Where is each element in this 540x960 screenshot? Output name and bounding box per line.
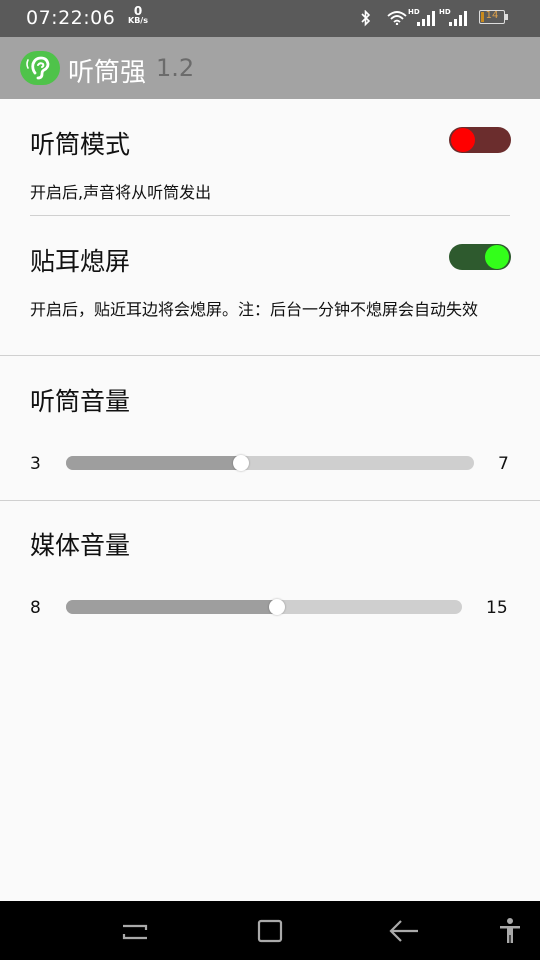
- receiver-mode-summary: 开启后,声音将从听筒发出: [30, 183, 212, 202]
- receiver-volume-max: 7: [498, 454, 509, 474]
- network-speed-unit: KB/s: [128, 16, 148, 25]
- ear-screen-off-summary: 开启后，贴近耳边将会熄屏。注：后台一分钟不熄屏会自动失效: [30, 300, 479, 319]
- media-volume-slider[interactable]: [66, 599, 462, 615]
- media-volume-max: 15: [486, 598, 508, 618]
- divider: [0, 500, 540, 501]
- receiver-volume-value: 3: [30, 454, 41, 474]
- wifi-icon: [387, 11, 407, 25]
- signal-icon-2: [449, 11, 467, 26]
- slider-thumb[interactable]: [269, 599, 285, 615]
- battery-tip: [505, 14, 508, 20]
- signal-icon-1: [417, 11, 435, 26]
- divider: [30, 215, 510, 216]
- media-volume-title: 媒体音量: [30, 531, 131, 560]
- ear-icon[interactable]: [20, 51, 60, 85]
- app-title: 听筒强: [68, 58, 147, 88]
- accessibility-icon[interactable]: [498, 917, 522, 945]
- app-bar: 听筒强 1.2: [0, 37, 540, 99]
- battery-icon: 14: [479, 10, 505, 24]
- slider-progress: [66, 456, 241, 470]
- receiver-mode-title: 听筒模式: [30, 130, 131, 159]
- status-time: 07:22:06: [26, 7, 116, 29]
- ear-screen-off-switch[interactable]: [449, 244, 511, 270]
- app-version: 1.2: [156, 54, 195, 82]
- network-speed-value: 0: [133, 4, 143, 18]
- divider: [0, 355, 540, 356]
- back-icon[interactable]: [388, 918, 420, 944]
- media-volume-value: 8: [30, 598, 41, 618]
- receiver-mode-switch[interactable]: [449, 127, 511, 153]
- battery-level: 14: [485, 10, 499, 21]
- status-bar: 07:22:06 0 KB/s HD HD 14: [0, 0, 540, 37]
- home-icon[interactable]: [256, 918, 284, 944]
- recents-icon[interactable]: [120, 921, 150, 943]
- receiver-mode-switch-thumb: [451, 128, 475, 152]
- slider-progress: [66, 600, 277, 614]
- navigation-bar: [0, 901, 540, 960]
- receiver-volume-slider[interactable]: [66, 455, 474, 471]
- network-speed: 0 KB/s: [124, 4, 152, 26]
- ear-screen-off-switch-thumb: [485, 245, 509, 269]
- bluetooth-icon: [361, 10, 371, 27]
- slider-thumb[interactable]: [233, 455, 249, 471]
- receiver-volume-title: 听筒音量: [30, 387, 131, 416]
- ear-screen-off-title: 贴耳熄屏: [30, 247, 131, 276]
